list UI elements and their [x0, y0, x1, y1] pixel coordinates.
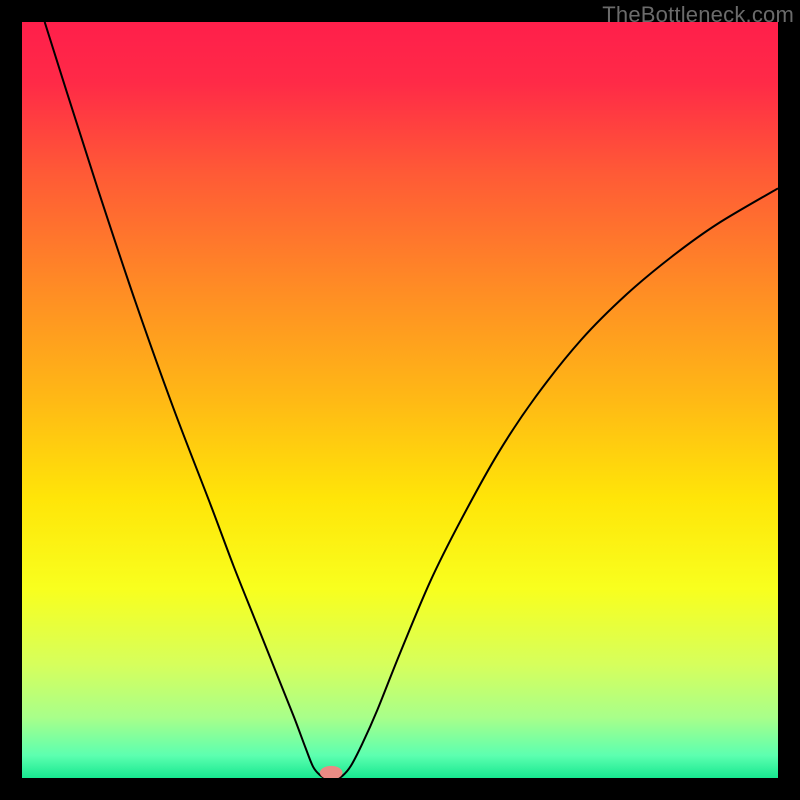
chart-plot — [22, 22, 778, 778]
chart-frame: TheBottleneck.com — [0, 0, 800, 800]
gradient-background — [22, 22, 778, 778]
